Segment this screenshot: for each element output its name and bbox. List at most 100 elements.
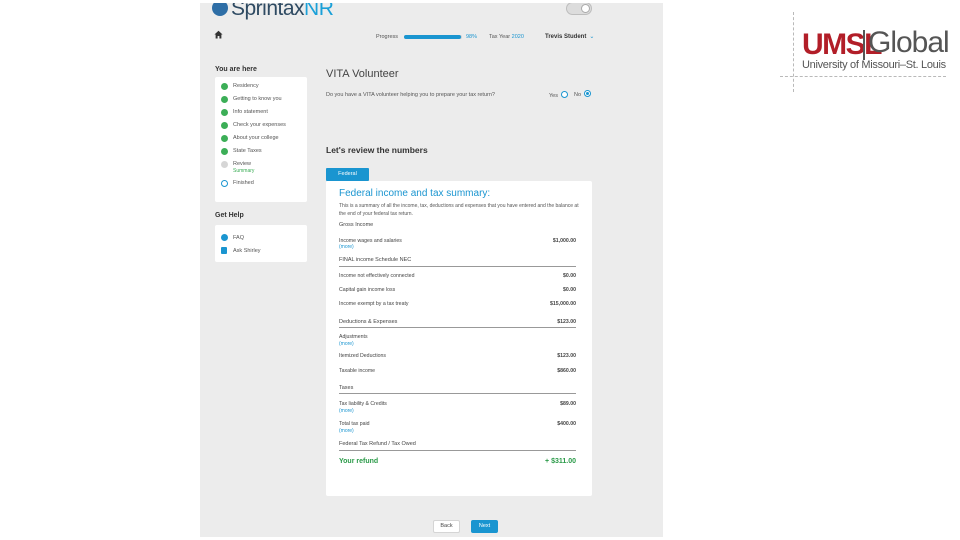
progress-label: Progress [376,34,399,40]
sidebar-item-text: Finished [233,180,254,186]
row-total-paid-label: Total tax paid [339,421,370,427]
tax-year-label: Tax Year [489,34,511,40]
sidebar-item-text: About your college [233,135,279,141]
clock-icon [221,180,228,187]
row-income-wages-value: $1,000.00 [552,238,576,244]
logo-guide-line [780,76,946,77]
mode-toggle[interactable] [566,3,592,15]
vita-question: Do you have a VITA volunteer helping you… [326,92,495,98]
home-icon[interactable] [214,30,223,39]
progress-percent: 98% [466,34,478,40]
sidebar-item-text: Residency [233,83,259,89]
section-taxes: Taxes [339,385,354,391]
sidebar-item-label: Getting to know you [233,96,282,102]
row-treaty-exempt-label: Income exempt by a tax treaty [339,301,409,307]
section-gross-income: Gross Income [339,222,374,228]
you-are-here-heading: You are here [215,66,257,73]
sidebar-item-label: Residency [233,83,259,89]
sidebar-item-text: Check your expenses [233,122,286,128]
more-link[interactable]: (more) [339,244,354,250]
sidebar-item[interactable]: Info statement [221,109,301,122]
app-header: SprintaxNR Progress 98% Tax Year 2020 Tr… [200,3,663,49]
progress-bar [404,35,462,39]
chat-icon [221,247,227,254]
user-name: Trevis Student [545,34,587,40]
sidebar-item[interactable]: About your college [221,135,301,148]
divider [339,327,576,328]
sidebar-item-label: Finished [233,180,254,186]
row-total-paid-value: $400.00 [557,421,576,427]
sidebar-item-label: Check your expenses [233,122,286,128]
progress-bar-fill [404,35,461,39]
row-tax-liability-label: Tax liability & Credits [339,401,387,407]
get-help-heading: Get Help [215,212,244,219]
current-step-icon [221,161,228,168]
refund-label: Your refund [339,458,379,465]
row-not-connected-label: Income not effectively connected [339,273,415,279]
yes-label: Yes [549,93,558,99]
tab-federal[interactable]: Federal [326,168,369,181]
row-taxable-income-value: $860.00 [557,368,576,374]
vita-no-option[interactable]: No [574,90,592,98]
section-deductions: Deductions & Expenses [339,319,398,325]
no-radio[interactable] [584,90,592,97]
tax-year-value: 2020 [511,34,524,40]
user-menu[interactable]: Trevis Student ⌄ [545,33,594,40]
progress-nav-panel: Residency Getting to know you Info stateme… [215,77,307,202]
back-button[interactable]: Back [433,520,460,533]
university-name: University of Missouri–St. Louis [802,59,946,71]
help-list: FAQ Ask Shirley [215,225,307,263]
sidebar-item-text: Getting to know you [233,96,282,102]
row-adjustments-label: Adjustments [339,334,368,340]
umsl-global-logo: UMSL Global University of Missouri–St. L… [780,12,950,92]
question-icon [221,234,228,241]
sidebar-item-label: Info statement [233,109,268,115]
sidebar-item[interactable]: Getting to know you [221,96,301,109]
row-capital-gains-value: $0.00 [563,287,576,293]
sidebar-item[interactable]: Residency [221,83,301,96]
sidebar-item[interactable]: State Taxes [221,148,301,161]
check-circle-icon [221,109,228,116]
global-wordmark: Global [868,26,950,59]
sidebar-item[interactable]: Finished [221,180,301,193]
deductions-total-value: $123.00 [557,319,576,325]
sidebar-subitem-label[interactable]: Summary [233,168,254,174]
sidebar-item-label: Review [233,161,252,167]
help-item-ask-shirley[interactable]: Ask Shirley [221,244,301,257]
row-treaty-exempt-value: $15,000.00 [550,301,576,307]
tax-year: Tax Year 2020 [489,34,524,40]
help-item-label: Ask Shirley [233,247,261,254]
logo-suffix-text: NR [304,3,334,20]
row-tax-liability-value: $89.00 [560,401,576,407]
more-link[interactable]: (more) [339,428,354,434]
divider [339,266,576,267]
sidebar-item[interactable]: Check your expenses [221,122,301,135]
next-button[interactable]: Next [471,520,498,533]
logo-main-text: Sprintax [231,3,305,20]
summary-description: This is a summary of all the income, tax… [339,203,579,217]
divider [339,393,576,394]
row-capital-gains-label: Capital gain income loss [339,287,396,293]
vita-yes-option[interactable]: Yes [549,91,568,99]
help-item-faq[interactable]: FAQ [221,231,301,244]
row-itemized-label: Itemized Deductions [339,353,386,359]
chevron-down-icon: ⌄ [589,34,595,40]
more-link[interactable]: (more) [339,341,354,347]
sidebar-item-text: State Taxes [233,148,262,154]
sidebar-item[interactable]: Review Summary [221,161,301,180]
toggle-knob [581,4,590,13]
federal-summary-card: Federal income and tax summary: This is … [326,181,592,496]
check-circle-icon [221,83,228,90]
yes-radio[interactable] [560,91,568,98]
row-taxable-income-label: Taxable income [339,368,376,374]
check-circle-icon [221,135,228,142]
sprintax-logo[interactable]: SprintaxNR [212,3,334,21]
review-heading: Let's review the numbers [326,145,428,155]
sidebar-item-text: Info statement [233,109,268,115]
help-item-label: FAQ [233,234,245,241]
sprintax-app-screenshot: SprintaxNR Progress 98% Tax Year 2020 Tr… [200,3,663,537]
logo-guide-line [793,12,794,92]
sidebar-item-text: Review Summary [233,161,254,174]
more-link[interactable]: (more) [339,408,354,414]
section-refund-owed: Federal Tax Refund / Tax Owed [339,441,416,447]
